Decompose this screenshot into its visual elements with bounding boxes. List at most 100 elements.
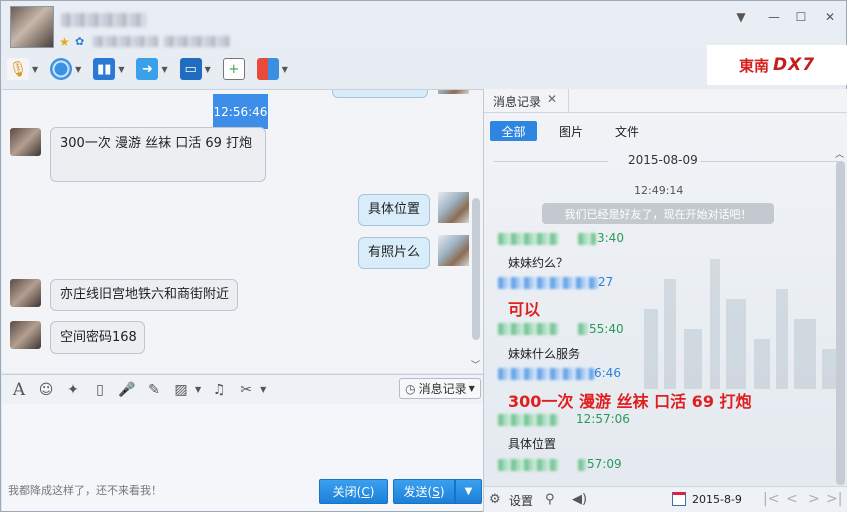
chevron-down-icon[interactable]: ▼: [195, 385, 201, 394]
settings-label[interactable]: 设置: [509, 492, 533, 509]
microphone-icon: 🎙: [7, 58, 29, 80]
history-tab-header: 消息记录 ✕: [484, 89, 847, 113]
divider-line: [700, 161, 838, 162]
contact-avatar[interactable]: [10, 6, 54, 48]
chevron-down-icon[interactable]: ▼: [118, 65, 124, 74]
main-toolbar: 🎙 ▼ ▼ ▮▮ ▼ ➜ ▼ ▭ ▼ + ▼: [7, 56, 300, 82]
edit-icon[interactable]: ✎: [145, 381, 163, 399]
apps-button[interactable]: ▼: [256, 57, 288, 81]
message-bubble-partial: [332, 90, 428, 98]
sender-name-blurred: [498, 414, 558, 426]
sender-name-blurred: [498, 368, 594, 380]
first-page-icon[interactable]: |<: [763, 491, 779, 507]
scroll-up-icon[interactable]: ︿: [835, 147, 844, 160]
message-history-button[interactable]: ◷ 消息记录 ▼: [399, 378, 481, 399]
qzone-icon[interactable]: ✿: [75, 36, 87, 48]
my-avatar[interactable]: [438, 192, 469, 223]
send-file-button[interactable]: ➜ ▼: [136, 57, 168, 81]
history-scrollbar[interactable]: [836, 161, 845, 485]
history-date-picker[interactable]: 2015-8-9: [692, 493, 742, 506]
font-icon[interactable]: A: [10, 380, 28, 400]
ad-banner[interactable]: 東南 DX7: [707, 45, 847, 85]
video-call-icon: [50, 58, 73, 80]
voice-message-icon[interactable]: 🎤: [118, 381, 136, 399]
contact-chat-avatar[interactable]: [10, 128, 41, 156]
filter-tab-all[interactable]: 全部: [490, 121, 537, 141]
chevron-down-icon: ▼: [468, 384, 475, 393]
ad-model: DX7: [772, 55, 816, 75]
invite-icon: +: [222, 58, 245, 80]
sender-name-blurred: [578, 323, 588, 335]
chevron-down-icon[interactable]: ▼: [205, 65, 211, 74]
system-note: 我们已经是好友了，现在开始对话吧！: [542, 203, 774, 224]
next-page-icon[interactable]: >: [808, 491, 820, 507]
filter-tab-files[interactable]: 文件: [602, 121, 652, 141]
chevron-down-icon: ▼: [464, 486, 473, 497]
send-button[interactable]: 发送(S): [393, 479, 455, 504]
chevron-down-icon[interactable]: ▼: [282, 65, 288, 74]
log-first-time: 12:49:14: [634, 184, 684, 197]
magic-wand-icon[interactable]: ✦: [64, 381, 82, 399]
filter-tab-images[interactable]: 图片: [546, 121, 596, 141]
sender-name-blurred: [578, 233, 596, 245]
chat-messages[interactable]: 12:56:46 300一次 漫游 丝袜 口活 69 打炮 具体位置 有照片么 …: [2, 89, 483, 373]
scroll-down-icon[interactable]: ﹀: [471, 358, 480, 371]
city-background: [634, 239, 844, 389]
invite-button[interactable]: +: [222, 57, 245, 81]
log-entry-time: 57:09: [587, 457, 622, 471]
my-avatar[interactable]: [438, 235, 469, 266]
clock-icon: ◷: [405, 381, 416, 396]
log-entry-text: 具体位置: [508, 437, 557, 451]
sender-name-blurred: [498, 323, 558, 335]
sender-name-blurred: [498, 277, 598, 289]
speaker-icon[interactable]: ◀): [572, 492, 587, 507]
log-entry-time: 27: [598, 275, 614, 289]
music-icon[interactable]: ♫: [210, 381, 228, 399]
prev-page-icon[interactable]: <: [786, 491, 798, 507]
scissors-icon[interactable]: ✂: [237, 381, 255, 399]
remote-desktop-button[interactable]: ▭ ▼: [179, 57, 211, 81]
emoji-icon[interactable]: ☺: [37, 381, 55, 399]
log-entry-time: 6:46: [594, 366, 621, 380]
send-button-shortcut: S: [432, 484, 440, 499]
chat-window: ★ ✿ ▼ — ☐ ✕ 🎙 ▼ ▼ ▮▮ ▼ ➜ ▼ ▭ ▼ + ▼ 東南 DX…: [0, 0, 847, 512]
close-icon[interactable]: ✕: [547, 92, 557, 106]
last-page-icon[interactable]: >|: [826, 491, 842, 507]
voice-call-button[interactable]: 🎙 ▼: [7, 57, 38, 81]
message-time-highlight: 12:56:46: [213, 94, 268, 129]
log-entry-text: 妹妹约么？: [508, 256, 569, 270]
chevron-down-icon[interactable]: ▼: [161, 65, 167, 74]
chevron-down-icon[interactable]: ▼: [75, 65, 81, 74]
sender-name-blurred: [498, 459, 558, 471]
share-screen-button[interactable]: ▮▮ ▼: [93, 57, 124, 81]
history-tab-title[interactable]: 消息记录: [493, 93, 541, 110]
video-call-button[interactable]: ▼: [50, 57, 81, 81]
contact-chat-avatar[interactable]: [10, 279, 41, 307]
message-bubble: 亦庄线旧宫地铁六和商街附近: [50, 279, 238, 311]
close-window-button[interactable]: ✕: [822, 9, 838, 25]
log-entry-text: 可以: [508, 300, 541, 319]
chevron-down-icon[interactable]: ▼: [260, 385, 266, 394]
close-button[interactable]: 关闭(C): [319, 479, 388, 504]
star-icon[interactable]: ★: [59, 36, 71, 48]
message-history-label: 消息记录: [418, 382, 467, 396]
search-icon[interactable]: ⚲: [545, 492, 555, 507]
send-options-button[interactable]: ▼: [455, 479, 482, 504]
contact-signature: [93, 36, 158, 47]
history-date: 2015-08-09: [628, 153, 698, 167]
maximize-button[interactable]: ☐: [793, 9, 809, 25]
contact-chat-avatar[interactable]: [10, 321, 41, 349]
chat-scrollbar[interactable]: [472, 198, 480, 340]
minimize-button[interactable]: —: [766, 9, 782, 25]
menu-button[interactable]: ▼: [733, 9, 749, 25]
log-entry-time: 12:57:06: [576, 412, 630, 426]
log-entry-text: 300一次 漫游 丝袜 口活 69 打炮: [508, 392, 752, 411]
chevron-down-icon[interactable]: ▼: [32, 65, 38, 74]
calendar-icon[interactable]: [672, 492, 686, 506]
history-bottom-bar: ⚙ 设置 ⚲ ◀) 2015-8-9 |< < > >|: [484, 486, 847, 512]
ad-brand: 東南: [738, 56, 769, 75]
screen-shake-icon[interactable]: ▯: [91, 381, 109, 399]
image-icon[interactable]: ▨: [172, 381, 190, 399]
my-avatar[interactable]: [438, 90, 469, 94]
gear-icon[interactable]: ⚙: [489, 492, 501, 507]
